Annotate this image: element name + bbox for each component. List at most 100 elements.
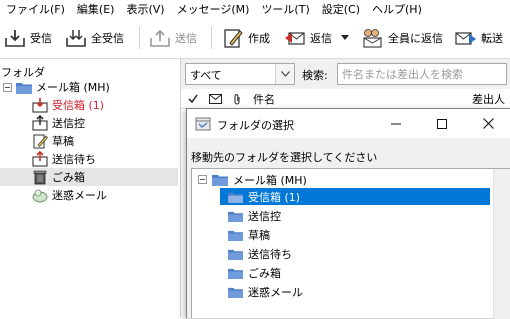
check-column-icon[interactable] bbox=[188, 90, 198, 108]
reply-label: 返信 bbox=[310, 32, 332, 45]
menu-message[interactable]: メッセージ(M) bbox=[171, 0, 256, 19]
minimize-button[interactable] bbox=[373, 109, 419, 138]
dialog-folder-inbox-label: 受信箱 (1) bbox=[248, 190, 301, 204]
dialog-folder-sent-label: 送信控 bbox=[248, 209, 281, 223]
folder-item-sent[interactable]: 送信控 bbox=[32, 114, 85, 132]
caret-down-icon bbox=[341, 35, 349, 40]
menu-view[interactable]: 表示(V) bbox=[120, 0, 170, 19]
envelope-column-icon[interactable] bbox=[209, 90, 222, 108]
subject-column-header[interactable]: 件名 bbox=[253, 90, 275, 108]
compose-button[interactable]: 作成 bbox=[222, 26, 270, 50]
folder-icon bbox=[228, 211, 243, 222]
folder-icon bbox=[16, 82, 32, 94]
forward-label: 転送 bbox=[481, 32, 503, 45]
folder-pane: フォルダ メール箱 (MH) 受信箱 (1) 送信控 草稿 送信待ち ごみ箱 迷… bbox=[0, 59, 181, 317]
outbox-upload-icon bbox=[150, 29, 170, 47]
dialog-folder-root-label: メール箱 (MH) bbox=[233, 173, 307, 187]
outbox-icon bbox=[32, 151, 48, 167]
receive-label: 受信 bbox=[30, 32, 52, 45]
folder-root-row[interactable]: メール箱 (MH) bbox=[3, 78, 110, 96]
receive-all-button[interactable]: 全受信 bbox=[65, 26, 124, 50]
dialog-titlebar: フォルダの選択 bbox=[187, 109, 510, 138]
maximize-button[interactable] bbox=[419, 109, 465, 138]
folder-item-outbox-label: 送信待ち bbox=[52, 153, 96, 166]
dialog-folder-drafts-label: 草稿 bbox=[248, 228, 270, 242]
collapse-toggle-icon[interactable] bbox=[198, 175, 207, 184]
forward-button[interactable]: 転送 bbox=[455, 26, 503, 50]
sender-column-header[interactable]: 差出人 bbox=[472, 90, 505, 108]
dialog-folder-inbox[interactable]: 受信箱 (1) bbox=[228, 188, 300, 205]
dialog-app-icon bbox=[195, 117, 211, 131]
inbox-download-all-icon bbox=[66, 30, 86, 47]
filter-select-value: すべて bbox=[190, 69, 222, 82]
receive-all-label: 全受信 bbox=[91, 32, 124, 45]
sent-icon bbox=[32, 115, 48, 131]
inbox-download-icon bbox=[5, 30, 25, 47]
folder-item-inbox[interactable]: 受信箱 (1) bbox=[32, 96, 104, 114]
send-label: 送信 bbox=[175, 32, 197, 45]
reply-all-icon bbox=[363, 29, 382, 48]
folder-item-trash-label: ごみ箱 bbox=[52, 171, 85, 184]
folder-item-outbox[interactable]: 送信待ち bbox=[32, 150, 96, 168]
folder-item-spam[interactable]: 迷惑メール bbox=[32, 186, 107, 204]
reply-button[interactable]: 返信 bbox=[284, 26, 332, 50]
menu-settings[interactable]: 設定(C) bbox=[316, 0, 366, 19]
chevron-down-icon[interactable] bbox=[275, 64, 294, 84]
folder-icon bbox=[212, 175, 228, 186]
dialog-folder-outbox[interactable]: 送信待ち bbox=[228, 245, 292, 262]
reply-all-button[interactable]: 全員に返信 bbox=[360, 26, 443, 50]
folder-icon bbox=[228, 287, 243, 298]
dialog-folder-sent[interactable]: 送信控 bbox=[228, 207, 281, 224]
draft-pencil-icon bbox=[33, 134, 48, 149]
folder-icon bbox=[228, 268, 243, 279]
dialog-folder-spam-label: 迷惑メール bbox=[248, 285, 303, 299]
close-button[interactable] bbox=[465, 109, 510, 138]
folder-select-dialog: フォルダの選択 移動先のフォルダを選択してください メール箱 (MH) 受信箱 … bbox=[186, 108, 510, 319]
compose-label: 作成 bbox=[248, 32, 270, 45]
dialog-prompt: 移動先のフォルダを選択してください bbox=[191, 151, 378, 164]
filter-select[interactable]: すべて bbox=[185, 63, 295, 85]
send-button[interactable]: 送信 bbox=[149, 26, 197, 50]
menu-help[interactable]: ヘルプ(H) bbox=[366, 0, 428, 19]
toolbar-separator bbox=[139, 27, 140, 49]
menu-bar: ファイル(F) 編集(E) 表示(V) メッセージ(M) ツール(T) 設定(C… bbox=[0, 0, 510, 19]
dialog-folder-spam[interactable]: 迷惑メール bbox=[228, 283, 303, 300]
maximize-icon bbox=[437, 118, 447, 129]
folder-item-inbox-label: 受信箱 (1) bbox=[52, 99, 105, 112]
folder-item-spam-label: 迷惑メール bbox=[52, 189, 107, 202]
dialog-folder-outbox-label: 送信待ち bbox=[248, 247, 292, 261]
toolbar: 受信 全受信 送信 作成 返信 全員に返信 転送 bbox=[0, 19, 510, 59]
folder-item-drafts[interactable]: 草稿 bbox=[32, 132, 74, 150]
spam-icon bbox=[32, 189, 48, 203]
folder-item-trash[interactable]: ごみ箱 bbox=[0, 168, 178, 186]
compose-pen-icon bbox=[224, 29, 243, 48]
message-list-header: 件名 差出人 bbox=[181, 90, 510, 109]
menu-tools[interactable]: ツール(T) bbox=[255, 0, 315, 19]
menu-edit[interactable]: 編集(E) bbox=[71, 0, 121, 19]
folder-icon bbox=[228, 192, 243, 203]
search-label: 検索: bbox=[302, 69, 328, 82]
menu-file[interactable]: ファイル(F) bbox=[0, 0, 71, 19]
folder-item-sent-label: 送信控 bbox=[52, 117, 85, 130]
reply-arrow-icon bbox=[285, 32, 305, 45]
dialog-folder-root-row[interactable]: メール箱 (MH) bbox=[198, 171, 307, 188]
attachment-column-icon[interactable] bbox=[233, 90, 241, 108]
receive-button[interactable]: 受信 bbox=[4, 26, 52, 50]
folder-icon bbox=[228, 249, 243, 260]
reply-all-label: 全員に返信 bbox=[388, 32, 443, 45]
filter-bar: すべて 検索: bbox=[181, 59, 510, 89]
folder-root-label: メール箱 (MH) bbox=[36, 81, 110, 94]
inbox-icon bbox=[32, 98, 48, 113]
dialog-folder-drafts[interactable]: 草稿 bbox=[228, 226, 270, 243]
collapse-toggle-icon[interactable] bbox=[3, 82, 12, 92]
search-input[interactable] bbox=[337, 63, 507, 85]
reply-dropdown-button[interactable] bbox=[341, 26, 353, 50]
dialog-folder-trash[interactable]: ごみ箱 bbox=[228, 264, 281, 281]
trash-icon bbox=[33, 170, 47, 185]
dialog-folder-trash-label: ごみ箱 bbox=[248, 266, 281, 280]
folder-item-drafts-label: 草稿 bbox=[52, 135, 74, 148]
vertical-scrollbar[interactable] bbox=[493, 169, 510, 319]
minimize-icon bbox=[391, 123, 401, 124]
folder-icon bbox=[228, 230, 243, 241]
dialog-folder-tree[interactable]: メール箱 (MH) 受信箱 (1) 送信控 草稿 送信待ち ごみ箱 迷惑メール bbox=[191, 168, 510, 319]
